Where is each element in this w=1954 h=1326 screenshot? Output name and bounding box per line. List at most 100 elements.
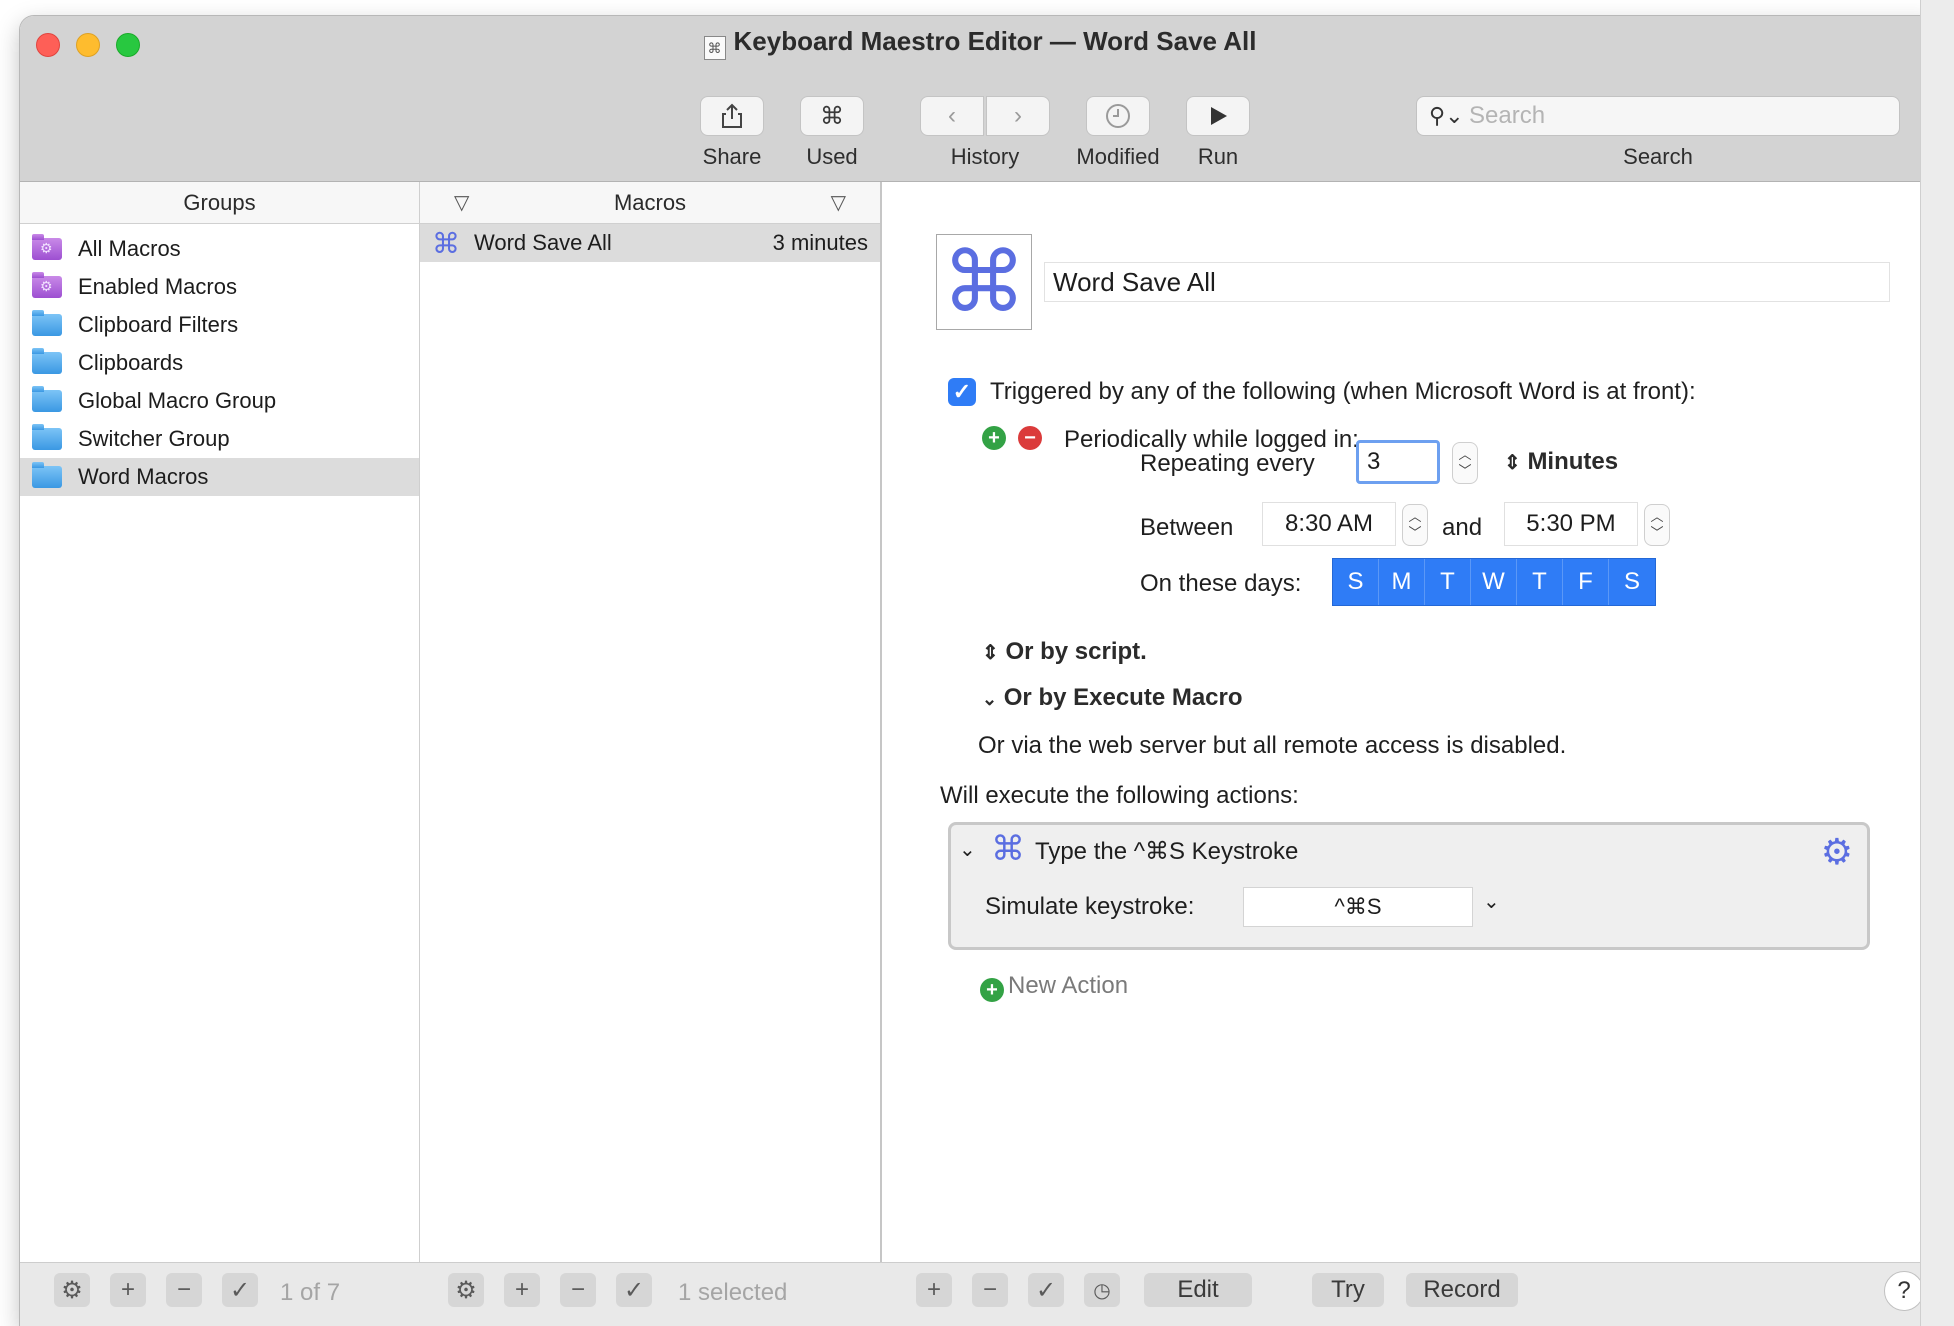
play-icon [1211, 107, 1227, 125]
macro-item-word-save-all[interactable]: ⌘ Word Save All 3 minutes [420, 224, 880, 262]
group-item-all-macros[interactable]: ⚙ All Macros [20, 230, 419, 268]
share-label: Share [702, 144, 762, 169]
enable-action-button[interactable]: ✓ [1028, 1273, 1064, 1307]
minus-icon: − [570, 1276, 585, 1303]
remove-group-button[interactable]: − [166, 1273, 202, 1307]
smart-group-icon: ⚙ [32, 272, 62, 298]
action-title: Type the ^⌘S Keystroke [1035, 838, 1299, 865]
command-icon: ⌘ [820, 102, 844, 130]
timer-button[interactable]: ◷ [1084, 1273, 1120, 1307]
folder-icon [32, 462, 62, 488]
web-server-note: Or via the web server but all remote acc… [978, 732, 1567, 759]
minus-icon: − [982, 1276, 997, 1303]
groups-list: ⚙ All Macros ⚙ Enabled Macros Clipboard … [20, 224, 419, 496]
group-item-clipboard-filters[interactable]: Clipboard Filters [20, 306, 419, 344]
enable-macro-button[interactable]: ✓ [616, 1273, 652, 1307]
add-action-button[interactable]: + [916, 1273, 952, 1307]
groups-gear-button[interactable]: ⚙ [54, 1273, 90, 1307]
chevron-down-icon: ﹀ [1408, 525, 1422, 540]
smart-group-icon: ⚙ [32, 234, 62, 260]
group-label: All Macros [78, 236, 181, 261]
day-monday[interactable]: M [1379, 559, 1425, 605]
filter-icon[interactable]: ▽ [454, 182, 469, 224]
chevron-down-icon[interactable]: ⌄ [1483, 889, 1500, 914]
try-button[interactable]: Try [1312, 1273, 1384, 1307]
macro-icon-well[interactable]: ⌘ [936, 234, 1032, 330]
group-label: Word Macros [78, 464, 209, 489]
updown-chevron-icon: ⇕ [982, 642, 999, 664]
group-item-clipboards[interactable]: Clipboards [20, 344, 419, 382]
remove-trigger-button[interactable]: − [1018, 426, 1042, 450]
editor-window: ⌘ Keyboard Maestro Editor — Word Save All… [20, 16, 1940, 1326]
remove-action-button[interactable]: − [972, 1273, 1008, 1307]
gear-icon[interactable]: ⚙ [1821, 831, 1853, 873]
repeat-interval-input[interactable]: 3 [1356, 440, 1440, 484]
search-field[interactable]: ⚲⌄ [1416, 96, 1900, 136]
plus-icon: + [514, 1276, 529, 1303]
keystroke-field[interactable]: ^⌘S [1243, 887, 1473, 927]
history-forward-button[interactable]: › [986, 96, 1050, 136]
day-friday[interactable]: F [1563, 559, 1609, 605]
modified-label: Modified [1076, 144, 1160, 169]
group-label: Clipboard Filters [78, 312, 239, 337]
group-item-word-macros[interactable]: Word Macros [20, 458, 419, 496]
minus-icon: − [1024, 427, 1036, 449]
trigger-enabled-checkbox[interactable]: ✓ [948, 378, 976, 406]
plus-icon: + [926, 1276, 941, 1303]
bottom-bar: ⚙ + − ✓ 1 of 7 ⚙ + − ✓ 1 selected + − ✓ … [20, 1262, 1940, 1326]
day-tuesday[interactable]: T [1425, 559, 1471, 605]
history-back-button[interactable]: ‹ [920, 96, 984, 136]
macro-name: Word Save All [474, 230, 612, 255]
chevron-up-icon: ︿ [1650, 509, 1664, 524]
run-label: Run [1197, 144, 1239, 169]
chevron-down-icon: ﹀ [1650, 525, 1664, 540]
used-button[interactable]: ⌘ [800, 96, 864, 136]
group-label: Switcher Group [78, 426, 230, 451]
enable-group-button[interactable]: ✓ [222, 1273, 258, 1307]
end-time-field[interactable]: 5:30 PM [1504, 502, 1638, 546]
group-item-enabled-macros[interactable]: ⚙ Enabled Macros [20, 268, 419, 306]
new-action-button[interactable]: + New Action [980, 972, 1128, 1002]
group-label: Global Macro Group [78, 388, 277, 413]
remove-macro-button[interactable]: − [560, 1273, 596, 1307]
macro-name-field[interactable]: Word Save All [1044, 262, 1890, 302]
add-macro-button[interactable]: + [504, 1273, 540, 1307]
action-type-keystroke[interactable]: ⌄ ⌘ Type the ^⌘S Keystroke ⚙ Simulate ke… [948, 822, 1870, 950]
help-button[interactable]: ? [1884, 1271, 1924, 1311]
simulate-keystroke-label: Simulate keystroke: [985, 893, 1195, 920]
will-execute-label: Will execute the following actions: [940, 782, 1299, 809]
or-by-execute-macro-toggle[interactable]: ⌄ Or by Execute Macro [982, 684, 1243, 712]
repeat-interval-stepper[interactable]: ︿ ﹀ [1452, 442, 1478, 484]
between-label: Between [1140, 514, 1234, 541]
chevron-down-icon: ⌄ [982, 689, 998, 709]
disclosure-chevron-icon[interactable]: ⌄ [959, 837, 976, 862]
group-item-global-macro-group[interactable]: Global Macro Group [20, 382, 419, 420]
chevron-right-icon: › [1014, 102, 1022, 129]
share-button[interactable] [700, 96, 764, 136]
end-time-stepper[interactable]: ︿ ﹀ [1644, 504, 1670, 546]
macros-gear-button[interactable]: ⚙ [448, 1273, 484, 1307]
add-group-button[interactable]: + [110, 1273, 146, 1307]
unit-popup[interactable]: ⇕ Minutes [1504, 448, 1618, 476]
group-item-switcher-group[interactable]: Switcher Group [20, 420, 419, 458]
day-saturday[interactable]: S [1609, 559, 1655, 605]
day-thursday[interactable]: T [1517, 559, 1563, 605]
modified-button[interactable] [1086, 96, 1150, 136]
record-button[interactable]: Record [1406, 1273, 1518, 1307]
groups-count: 1 of 7 [280, 1279, 341, 1306]
edit-button[interactable]: Edit [1144, 1273, 1252, 1307]
new-action-label: New Action [1008, 972, 1129, 999]
day-sunday[interactable]: S [1333, 559, 1379, 605]
day-wednesday[interactable]: W [1471, 559, 1517, 605]
add-trigger-button[interactable]: + [982, 426, 1006, 450]
run-button[interactable] [1186, 96, 1250, 136]
search-input[interactable] [1469, 101, 1889, 131]
or-by-script-toggle[interactable]: ⇕ Or by script. [982, 638, 1147, 666]
start-time-field[interactable]: 8:30 AM [1262, 502, 1396, 546]
start-time-stepper[interactable]: ︿ ﹀ [1402, 504, 1428, 546]
and-label: and [1442, 514, 1483, 541]
macros-header: ▽ Macros ▽ [420, 182, 880, 224]
sort-filter-icon[interactable]: ▽ [831, 182, 846, 224]
group-label: Clipboards [78, 350, 184, 375]
gear-icon: ⚙ [61, 1276, 83, 1304]
